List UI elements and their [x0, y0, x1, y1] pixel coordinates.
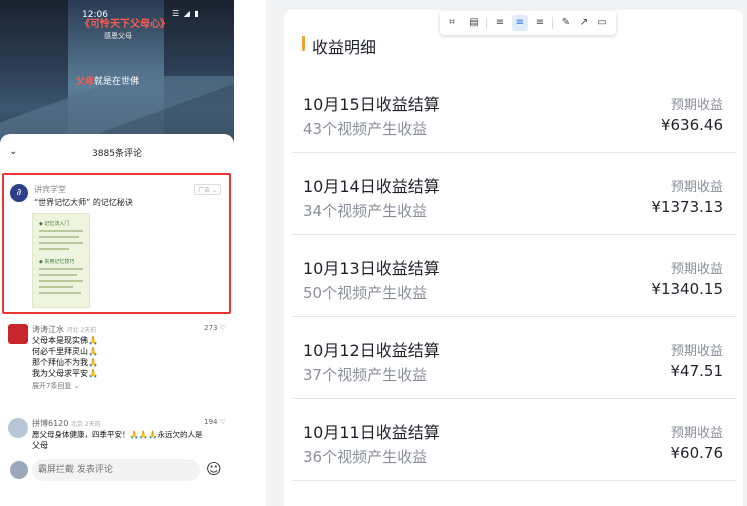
- settlement-title: 10月12日收益结算: [303, 341, 440, 360]
- ad-image-line: [39, 230, 83, 232]
- earnings-amount: ¥1340.15: [651, 280, 723, 298]
- video-subtitle: 感恩父母: [104, 32, 132, 40]
- video-caption-emphasis: 父母: [76, 77, 95, 87]
- avatar[interactable]: [8, 324, 28, 344]
- align-center-icon[interactable]: ≡: [512, 15, 528, 31]
- settlement-title: 10月11日收益结算: [303, 423, 440, 442]
- page-title: 收益明细: [312, 38, 377, 57]
- ad-image-heading: ◆ 记忆法入门: [39, 221, 70, 227]
- earnings-row[interactable]: 10月15日收益结算 43个视频产生收益 预期收益 ¥636.46: [292, 71, 736, 153]
- ad-image-heading: ◆ 实用记忆技巧: [39, 259, 75, 265]
- comment-text-line: 何必千里拜灵山🙏: [32, 347, 98, 356]
- ad-comment-highlighted[interactable]: ∂ 讲宾学堂 广告 ⌄ “世界记忆大师” 的记忆秘诀 ◆ 记忆法入门 ◆ 实用记…: [2, 173, 231, 314]
- ad-image-line: [39, 280, 83, 282]
- comment-text-line: 愿父母身体健康，四季平安！🙏🙏🙏永远欠的人是: [32, 430, 203, 439]
- earnings-amount: ¥1373.13: [651, 198, 723, 216]
- earnings-row[interactable]: 10月13日收益结算 50个视频产生收益 预期收益 ¥1340.15: [292, 235, 736, 317]
- share-icon[interactable]: ↗: [576, 15, 592, 31]
- like-button[interactable]: 273 ♡: [204, 324, 226, 332]
- avatar[interactable]: ∂: [10, 184, 28, 202]
- ad-image-line: [39, 242, 83, 244]
- video-title: 《可怜天下父母心》: [80, 19, 170, 30]
- settlement-title: 10月14日收益结算: [303, 177, 440, 196]
- note-icon[interactable]: ▤: [466, 15, 482, 31]
- ad-image-line: [39, 236, 79, 238]
- edit-icon[interactable]: ✎: [558, 15, 574, 31]
- comment-text-line: 我为父母求平安🙏: [32, 369, 98, 378]
- comment-text-line: 那个拜仙不为我🙏: [32, 358, 98, 367]
- ad-image-line: [39, 248, 69, 250]
- video-player[interactable]: 12:06 ☰ ◢ ▮ 《可怜天下父母心》 感恩父母 父母就是在世佛: [0, 0, 234, 146]
- ad-image-line: [39, 292, 81, 294]
- earnings-card: ⌗ ▤ ≡ ≡ ≡ ✎ ↗ ▭ 收益明细 10月15日收益结算 43个视频产生收…: [284, 10, 743, 506]
- toolbar-divider: [486, 17, 487, 29]
- avatar[interactable]: [10, 461, 28, 479]
- comment-item: 涛涛江水 河北 2天前 273 ♡ 父母本是现实佛🙏 何必千里拜灵山🙏 那个拜仙…: [8, 324, 226, 396]
- ad-image[interactable]: ◆ 记忆法入门 ◆ 实用记忆技巧: [32, 213, 90, 308]
- earnings-row[interactable]: 10月11日收益结算 36个视频产生收益 预期收益 ¥60.76: [292, 399, 736, 481]
- align-left-icon[interactable]: ≡: [492, 15, 508, 31]
- title-accent-bar: [302, 36, 305, 51]
- earnings-panel: ⌗ ▤ ≡ ≡ ≡ ✎ ↗ ▭ 收益明细 10月15日收益结算 43个视频产生收…: [266, 0, 747, 506]
- crop-icon[interactable]: ⌗: [444, 15, 460, 31]
- settlement-title: 10月15日收益结算: [303, 95, 440, 114]
- expected-earnings-label: 预期收益: [670, 344, 723, 359]
- comment-input-bar: ☺: [0, 450, 234, 490]
- settlement-subtitle: 50个视频产生收益: [303, 284, 428, 302]
- like-button[interactable]: 194 ♡: [204, 418, 226, 426]
- comment-author[interactable]: 拼博6120 北京 2天前: [32, 418, 101, 429]
- video-caption-rest: 就是在世佛: [94, 77, 140, 87]
- ad-image-line: [39, 286, 73, 288]
- settlement-subtitle: 34个视频产生收益: [303, 202, 428, 220]
- earnings-amount: ¥47.51: [670, 362, 724, 380]
- toolbar-divider: [552, 17, 553, 29]
- comment-meta: 河北 2天前: [66, 327, 97, 334]
- comment-meta: 北京 2天前: [70, 421, 101, 428]
- ad-badge[interactable]: 广告 ⌄: [194, 184, 221, 195]
- comment-sheet-header: ⌄ 3885条评论: [0, 134, 234, 170]
- settlement-title: 10月13日收益结算: [303, 259, 440, 278]
- comment-author-name[interactable]: 拼博6120: [32, 419, 68, 428]
- comment-icon[interactable]: ▭: [594, 15, 610, 31]
- avatar[interactable]: [8, 418, 28, 438]
- earnings-amount: ¥60.76: [670, 444, 724, 462]
- status-icons: ☰ ◢ ▮: [172, 9, 200, 18]
- expected-earnings-label: 预期收益: [670, 98, 723, 113]
- video-caption: 父母就是在世佛: [76, 74, 139, 87]
- emoji-icon[interactable]: ☺: [206, 460, 222, 478]
- earnings-row[interactable]: 10月14日收益结算 34个视频产生收益 预期收益 ¥1373.13: [292, 153, 736, 235]
- settlement-subtitle: 43个视频产生收益: [303, 120, 428, 138]
- ad-image-line: [39, 268, 83, 270]
- comment-input[interactable]: [32, 459, 200, 481]
- ad-author-name[interactable]: 讲宾学堂: [34, 184, 66, 195]
- comment-author[interactable]: 涛涛江水 河北 2天前: [32, 324, 96, 335]
- settlement-subtitle: 36个视频产生收益: [303, 448, 428, 466]
- earnings-row[interactable]: 10月12日收益结算 37个视频产生收益 预期收益 ¥47.51: [292, 317, 736, 399]
- ad-image-line: [39, 274, 77, 276]
- expected-earnings-label: 预期收益: [670, 426, 723, 441]
- expand-replies-button[interactable]: 展开7条回复 ⌄: [32, 381, 80, 391]
- ad-text: “世界记忆大师” 的记忆秘诀: [34, 198, 133, 207]
- expected-earnings-label: 预期收益: [670, 262, 723, 277]
- comment-author-name[interactable]: 涛涛江水: [32, 325, 64, 334]
- earnings-amount: ¥636.46: [660, 116, 723, 134]
- comment-count: 3885条评论: [92, 149, 142, 159]
- comment-text-line: 父母本是现实佛🙏: [32, 336, 98, 345]
- comment-sheet: ⌄ 3885条评论 ∂ 讲宾学堂 广告 ⌄ “世界记忆大师” 的记忆秘诀 ◆ 记…: [0, 134, 234, 506]
- settlement-subtitle: 37个视频产生收益: [303, 366, 428, 384]
- phone-screenshot: 12:06 ☰ ◢ ▮ 《可怜天下父母心》 感恩父母 父母就是在世佛 ⌄ 388…: [0, 0, 234, 506]
- align-right-icon[interactable]: ≡: [532, 15, 548, 31]
- floating-toolbar: ⌗ ▤ ≡ ≡ ≡ ✎ ↗ ▭: [440, 11, 616, 35]
- expected-earnings-label: 预期收益: [670, 180, 723, 195]
- comment-item: 拼博6120 北京 2天前 194 ♡ 愿父母身体健康，四季平安！🙏🙏🙏永远欠的…: [8, 418, 226, 452]
